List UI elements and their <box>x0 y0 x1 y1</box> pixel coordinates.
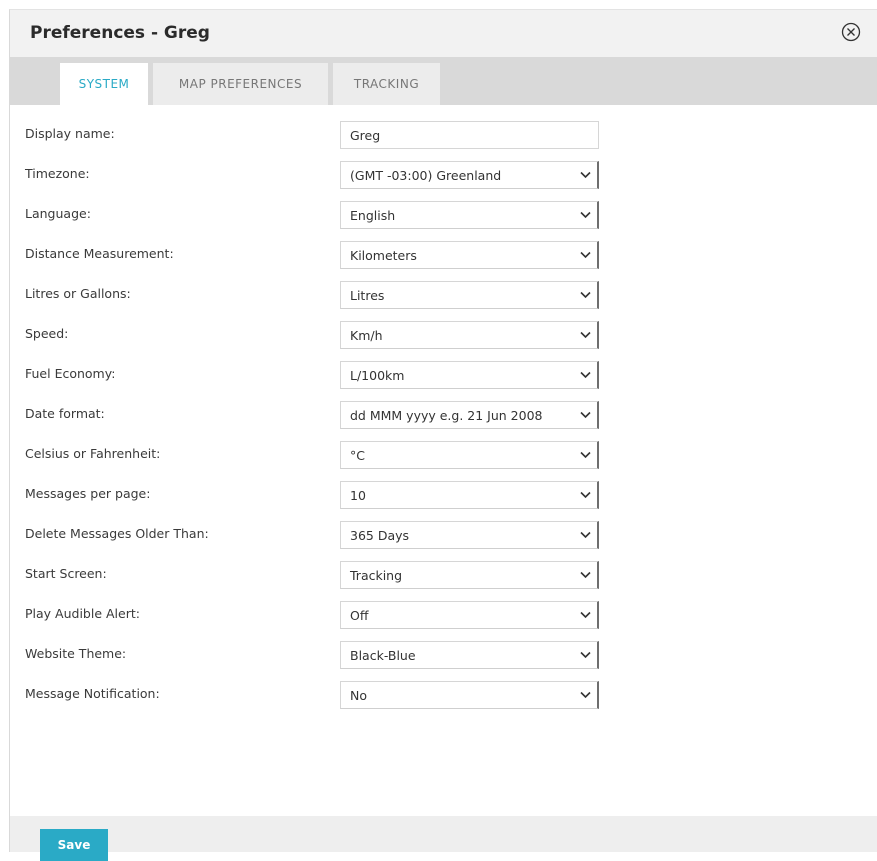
select-field[interactable]: Black-Blue <box>340 641 599 669</box>
form-row: Speed: Km/h <box>10 321 877 351</box>
field-value: Km/h <box>350 328 383 343</box>
form-row: Display name: Greg <box>10 121 877 151</box>
tab-system[interactable]: SYSTEM <box>60 63 148 105</box>
form-row: Delete Messages Older Than: 365 Days <box>10 521 877 551</box>
field-value: L/100km <box>350 368 405 383</box>
field-value: Tracking <box>350 568 403 583</box>
tab-map-preferences[interactable]: MAP PREFERENCES <box>153 63 328 105</box>
field-label: Start Screen: <box>25 566 107 581</box>
field-value: Greg <box>350 128 381 143</box>
chevron-down-icon <box>580 251 591 259</box>
select-field[interactable]: Off <box>340 601 599 629</box>
form-row: Timezone: (GMT -03:00) Greenland <box>10 161 877 191</box>
select-field[interactable]: Kilometers <box>340 241 599 269</box>
field-label: Messages per page: <box>25 486 151 501</box>
chevron-down-icon <box>580 371 591 379</box>
field-value: Black-Blue <box>350 648 416 663</box>
field-label: Delete Messages Older Than: <box>25 526 209 541</box>
field-label: Display name: <box>25 126 115 141</box>
select-field[interactable]: °C <box>340 441 599 469</box>
chevron-down-icon <box>580 611 591 619</box>
dialog-titlebar: Preferences - Greg <box>10 10 877 58</box>
form-row: Messages per page: 10 <box>10 481 877 511</box>
tab-bar: SYSTEM MAP PREFERENCES TRACKING <box>10 57 877 105</box>
field-label: Celsius or Fahrenheit: <box>25 446 161 461</box>
field-value: (GMT -03:00) Greenland <box>350 168 502 183</box>
form-row: Distance Measurement: Kilometers <box>10 241 877 271</box>
save-button[interactable]: Save <box>40 829 108 861</box>
chevron-down-icon <box>580 331 591 339</box>
form-row: Language: English <box>10 201 877 231</box>
form-row: Litres or Gallons: Litres <box>10 281 877 311</box>
field-label: Timezone: <box>25 166 90 181</box>
form-row: Play Audible Alert: Off <box>10 601 877 631</box>
chevron-down-icon <box>580 211 591 219</box>
select-field[interactable]: (GMT -03:00) Greenland <box>340 161 599 189</box>
form-row: Celsius or Fahrenheit: °C <box>10 441 877 471</box>
field-label: Fuel Economy: <box>25 366 116 381</box>
field-label: Distance Measurement: <box>25 246 174 261</box>
tab-tracking[interactable]: TRACKING <box>333 63 440 105</box>
field-value: 10 <box>350 488 366 503</box>
field-label: Date format: <box>25 406 105 421</box>
select-field[interactable]: 365 Days <box>340 521 599 549</box>
field-value: Litres <box>350 288 385 303</box>
select-field[interactable]: English <box>340 201 599 229</box>
chevron-down-icon <box>580 691 591 699</box>
field-label: Website Theme: <box>25 646 127 661</box>
chevron-down-icon <box>580 411 591 419</box>
form-row: Message Notification: No <box>10 681 877 711</box>
dialog-title: Preferences - Greg <box>30 23 210 43</box>
chevron-down-icon <box>580 651 591 659</box>
chevron-down-icon <box>580 491 591 499</box>
field-label: Speed: <box>25 326 69 341</box>
dialog-footer: Save <box>10 816 877 861</box>
text-input[interactable]: Greg <box>340 121 599 149</box>
field-label: Message Notification: <box>25 686 160 701</box>
chevron-down-icon <box>580 531 591 539</box>
field-value: No <box>350 688 367 703</box>
field-label: Language: <box>25 206 91 221</box>
select-field[interactable]: 10 <box>340 481 599 509</box>
close-icon[interactable] <box>841 22 861 42</box>
field-value: 365 Days <box>350 528 410 543</box>
form-row: Start Screen: Tracking <box>10 561 877 591</box>
chevron-down-icon <box>580 171 591 179</box>
field-label: Play Audible Alert: <box>25 606 140 621</box>
select-field[interactable]: dd MMM yyyy e.g. 21 Jun 2008 <box>340 401 599 429</box>
field-value: dd MMM yyyy e.g. 21 Jun 2008 <box>350 408 543 423</box>
field-value: English <box>350 208 396 223</box>
preferences-dialog: Preferences - Greg SYSTEM MAP PREFERENCE… <box>9 9 877 861</box>
form-row: Website Theme: Black-Blue <box>10 641 877 671</box>
chevron-down-icon <box>580 571 591 579</box>
select-field[interactable]: No <box>340 681 599 709</box>
select-field[interactable]: Tracking <box>340 561 599 589</box>
field-value: Off <box>350 608 369 623</box>
chevron-down-icon <box>580 451 591 459</box>
select-field[interactable]: L/100km <box>340 361 599 389</box>
chevron-down-icon <box>580 291 591 299</box>
form-row: Fuel Economy: L/100km <box>10 361 877 391</box>
field-value: Kilometers <box>350 248 417 263</box>
select-field[interactable]: Litres <box>340 281 599 309</box>
field-value: °C <box>350 448 365 463</box>
select-field[interactable]: Km/h <box>340 321 599 349</box>
field-label: Litres or Gallons: <box>25 286 131 301</box>
form-row: Date format: dd MMM yyyy e.g. 21 Jun 2008 <box>10 401 877 431</box>
